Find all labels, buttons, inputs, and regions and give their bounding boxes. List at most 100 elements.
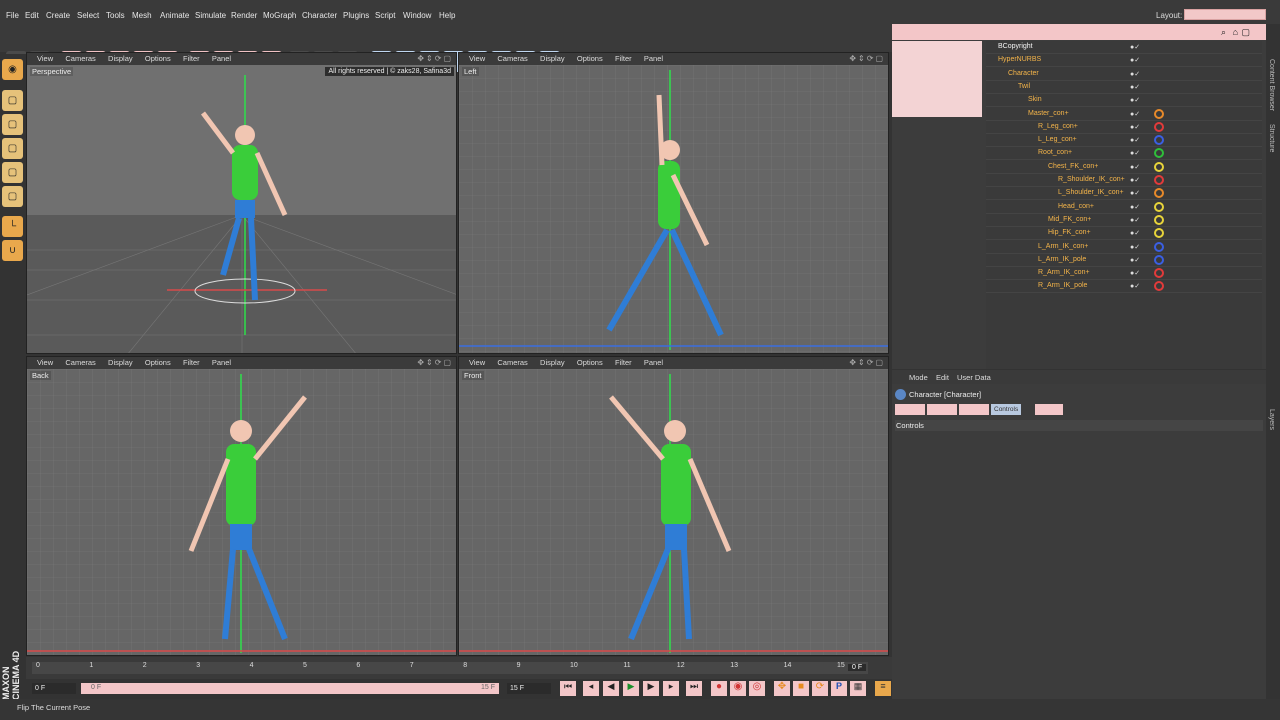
- viewport-nav-icons[interactable]: ✥⇕⟳▢: [417, 358, 453, 367]
- menu-render[interactable]: Render: [231, 11, 257, 20]
- tab-display[interactable]: [1035, 404, 1063, 415]
- parameter-key-icon[interactable]: P: [831, 681, 847, 696]
- end-frame-field[interactable]: 15 F: [507, 683, 551, 694]
- object-row[interactable]: Master_con+ ●✓: [986, 108, 1262, 121]
- viewport-nav-icons[interactable]: ✥⇕⟳▢: [849, 54, 885, 63]
- object-tag-icon[interactable]: [1154, 148, 1164, 159]
- polygons-mode-icon[interactable]: ▢: [2, 186, 23, 207]
- tab-content-browser[interactable]: Content Browser: [1268, 59, 1275, 111]
- viewport-menu-panel[interactable]: Panel: [212, 53, 231, 65]
- viewport-menu-filter[interactable]: Filter: [615, 53, 632, 65]
- frame-range-slider[interactable]: 0 F 15 F: [81, 683, 499, 694]
- goto-end-icon[interactable]: ⏭: [686, 681, 702, 696]
- object-row[interactable]: R_Leg_con+ ●✓: [986, 121, 1262, 134]
- model-mode-icon[interactable]: ▢: [2, 90, 23, 111]
- current-frame-field[interactable]: 0 F: [848, 664, 867, 671]
- object-tag-icon[interactable]: [1154, 214, 1164, 225]
- object-tag-icon[interactable]: [1154, 188, 1164, 199]
- object-tag-icon[interactable]: [1154, 254, 1164, 265]
- object-row[interactable]: Head_con+ ●✓: [986, 201, 1262, 214]
- object-row[interactable]: HyperNURBS ●✓: [986, 54, 1262, 68]
- visibility-checkmark-icon[interactable]: ●✓: [1130, 136, 1140, 144]
- edges-mode-icon[interactable]: ▢: [2, 162, 23, 183]
- tab-basic[interactable]: [895, 404, 925, 415]
- visibility-checkmark-icon[interactable]: ●✓: [1130, 189, 1140, 197]
- make-editable-icon[interactable]: ◉: [2, 59, 23, 80]
- start-frame-field[interactable]: 0 F: [32, 683, 76, 694]
- visibility-checkmark-icon[interactable]: ●✓: [1130, 203, 1140, 211]
- tab-layers[interactable]: Layers: [1268, 409, 1275, 430]
- point-level-anim-icon[interactable]: ▦: [850, 681, 866, 696]
- visibility-checkmark-icon[interactable]: ●✓: [1130, 149, 1140, 157]
- viewport-menu-filter[interactable]: Filter: [615, 357, 632, 369]
- object-row[interactable]: L_Arm_IK_pole ●✓: [986, 254, 1262, 267]
- viewport-menu-display[interactable]: Display: [540, 53, 565, 65]
- step-back-icon[interactable]: ◀: [603, 681, 619, 696]
- viewport-menu-cameras[interactable]: Cameras: [65, 53, 95, 65]
- tab-coord[interactable]: [927, 404, 957, 415]
- object-row[interactable]: L_Leg_con+ ●✓: [986, 134, 1262, 148]
- object-row[interactable]: L_Arm_IK_con+ ●✓: [986, 241, 1262, 254]
- menu-window[interactable]: Window: [403, 11, 431, 20]
- visibility-checkmark-icon[interactable]: ●✓: [1130, 176, 1140, 184]
- visibility-checkmark-icon[interactable]: ●✓: [1130, 243, 1140, 251]
- viewport-menu-view[interactable]: View: [469, 357, 485, 369]
- object-tag-icon[interactable]: [1154, 161, 1164, 172]
- viewport-menu-view[interactable]: View: [469, 53, 485, 65]
- timeline-ruler[interactable]: 0 1 2 3 4 5 6 7 8 9 10 11 12 13 14 15 0 F: [26, 657, 892, 679]
- viewport-back[interactable]: View Cameras Display Options Filter Pane…: [26, 356, 457, 656]
- search-icon[interactable]: ⌕: [1221, 27, 1226, 38]
- visibility-checkmark-icon[interactable]: ●✓: [1130, 123, 1140, 131]
- controls-section-header[interactable]: Controls: [895, 420, 1263, 431]
- keyframe-selection-icon[interactable]: ◎: [749, 681, 765, 696]
- viewport-menu-view[interactable]: View: [37, 53, 53, 65]
- play-icon[interactable]: ▶: [623, 681, 639, 696]
- viewport-menu-options[interactable]: Options: [145, 357, 171, 369]
- object-row[interactable]: R_Arm_IK_pole ●✓: [986, 280, 1262, 294]
- visibility-checkmark-icon[interactable]: ●✓: [1130, 110, 1140, 118]
- object-manager-toolbar[interactable]: [892, 41, 982, 117]
- visibility-checkmark-icon[interactable]: ●✓: [1130, 269, 1140, 277]
- layout-dropdown[interactable]: [1184, 9, 1266, 20]
- points-mode-icon[interactable]: ▢: [2, 138, 23, 159]
- timeline-track[interactable]: [32, 662, 868, 674]
- attr-menu-userdata[interactable]: User Data: [957, 373, 991, 382]
- position-key-icon[interactable]: ✥: [774, 681, 790, 696]
- object-tag-icon[interactable]: [1154, 228, 1164, 239]
- visibility-checkmark-icon[interactable]: ●✓: [1130, 282, 1140, 290]
- object-tag-icon[interactable]: [1154, 281, 1164, 292]
- attr-menu-mode[interactable]: Mode: [909, 373, 928, 382]
- object-tag-icon[interactable]: [1154, 175, 1164, 185]
- menu-mesh[interactable]: Mesh: [132, 11, 152, 20]
- viewport-menu-display[interactable]: Display: [108, 357, 133, 369]
- menu-character[interactable]: Character: [302, 11, 337, 20]
- viewport-menu-view[interactable]: View: [37, 357, 53, 369]
- viewport-menu-options[interactable]: Options: [145, 53, 171, 65]
- object-tag-icon[interactable]: [1154, 268, 1164, 279]
- object-tag-icon[interactable]: [1154, 241, 1164, 252]
- object-row[interactable]: R_Shoulder_IK_con+ ●✓: [986, 174, 1262, 187]
- object-row[interactable]: Root_con+ ●✓: [986, 147, 1262, 161]
- tab-structure[interactable]: Structure: [1268, 124, 1275, 152]
- home-icon[interactable]: ⌂: [1233, 27, 1238, 37]
- viewport-menu-filter[interactable]: Filter: [183, 53, 200, 65]
- visibility-checkmark-icon[interactable]: ●✓: [1130, 70, 1140, 78]
- object-row[interactable]: R_Arm_IK_con+ ●✓: [986, 267, 1262, 281]
- menu-help[interactable]: Help: [439, 11, 455, 20]
- menu-simulate[interactable]: Simulate: [195, 11, 226, 20]
- tab-controls[interactable]: Controls: [991, 404, 1022, 415]
- menu-file[interactable]: File: [6, 11, 19, 20]
- menu-tools[interactable]: Tools: [106, 11, 125, 20]
- visibility-checkmark-icon[interactable]: ●✓: [1130, 96, 1140, 104]
- new-window-icon[interactable]: ▢: [1241, 27, 1250, 38]
- object-tag-icon[interactable]: [1154, 121, 1164, 132]
- scale-key-icon[interactable]: ■: [793, 681, 809, 696]
- viewport-menu-cameras[interactable]: Cameras: [497, 53, 527, 65]
- menu-edit[interactable]: Edit: [25, 11, 39, 20]
- menu-plugins[interactable]: Plugins: [343, 11, 369, 20]
- magnet-icon[interactable]: ∪: [2, 240, 23, 261]
- viewport-nav-icons[interactable]: ✥⇕⟳▢: [849, 358, 885, 367]
- menu-script[interactable]: Script: [375, 11, 395, 20]
- viewport-menu-display[interactable]: Display: [540, 357, 565, 369]
- goto-start-icon[interactable]: ⏮: [560, 681, 576, 696]
